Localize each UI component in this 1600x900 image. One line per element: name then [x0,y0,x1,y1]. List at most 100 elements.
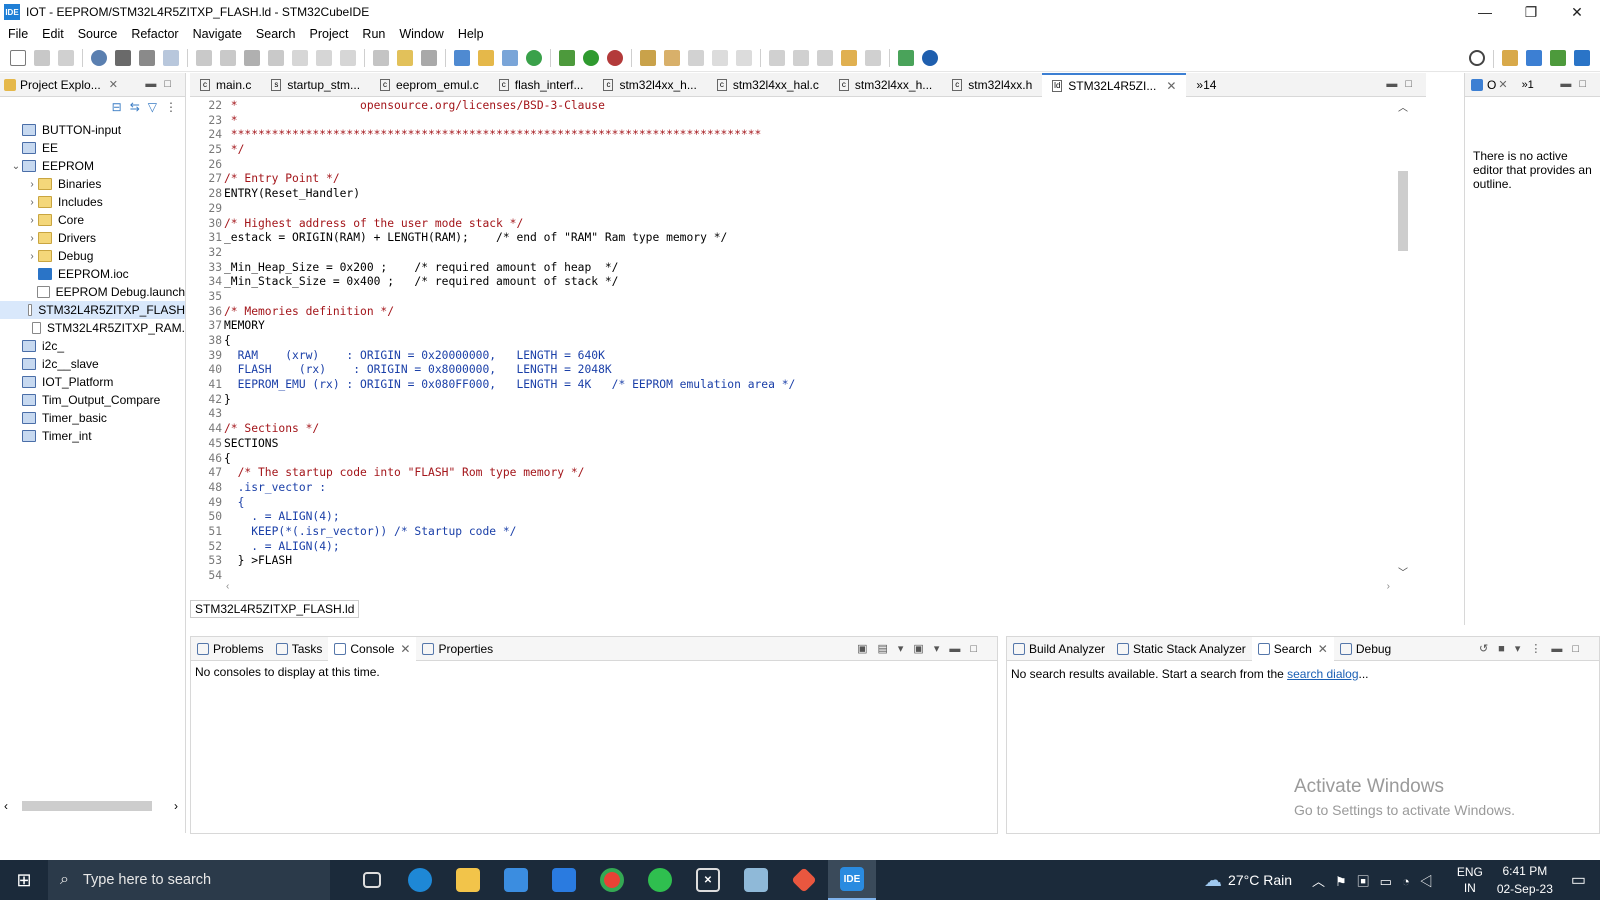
minimize-button[interactable]: — [1462,0,1508,24]
toggle-mark-icon[interactable] [688,49,704,66]
close-icon[interactable]: ✕ [1318,642,1328,656]
scroll-left-icon[interactable]: ‹ [226,581,229,593]
tree-item[interactable]: Tim_Output_Compare [0,391,185,409]
refresh-icon[interactable] [526,49,542,66]
minimize-maximize-icons[interactable]: ▬□ [145,78,179,90]
search-toolbar-icons[interactable]: ↺■▾⋮▬□ [1479,642,1589,655]
tree-item[interactable]: EE [0,139,185,157]
new-icon[interactable] [10,49,26,66]
menu-edit[interactable]: Edit [42,27,64,41]
open-type-icon[interactable] [640,49,656,66]
file-explorer-icon[interactable] [444,860,492,900]
last-edit-icon[interactable] [817,49,833,66]
code-editor[interactable]: 22 * opensource.org/licenses/BSD-3-Claus… [190,99,1408,589]
expand-arrow-icon[interactable]: › [26,197,38,208]
whatsapp-icon[interactable] [636,860,684,900]
tree-item[interactable]: STM32L4R5ZITXP_RAM. [0,319,185,337]
save-icon[interactable] [34,49,50,66]
disconnect-icon[interactable] [268,49,284,66]
mx-perspective-icon[interactable] [1574,50,1590,66]
chrome-icon[interactable] [588,860,636,900]
git-icon[interactable] [780,860,828,900]
taskbar-search[interactable]: ⌕ Type here to search [48,860,330,900]
expand-arrow-icon[interactable]: › [26,251,38,262]
menu-help[interactable]: Help [458,27,484,41]
tree-item[interactable]: › Includes [0,193,185,211]
tab-build-analyzer[interactable]: Build Analyzer [1007,642,1111,656]
explorer-hscrollbar[interactable]: ‹ › [4,799,180,813]
scroll-left-icon[interactable]: ‹ [4,799,8,813]
external-tools-icon[interactable] [607,49,623,66]
expand-arrow-icon[interactable]: › [26,179,38,190]
instruction-step-icon[interactable] [373,49,389,66]
outline-overflow[interactable]: »1 [1522,79,1534,91]
stm32cubeide-icon[interactable]: IDE [828,860,876,900]
step-return-icon[interactable] [340,49,356,66]
outline-tab[interactable]: O ✕ »1 ▬□ [1465,73,1600,97]
editor-tab[interactable]: c stm32l4xx.h [942,73,1042,97]
back-icon[interactable] [841,49,857,66]
terminate-icon[interactable] [244,49,260,66]
editor-tab[interactable]: s startup_stm... [261,73,370,97]
save-all-icon[interactable] [58,49,74,66]
console-toolbar-icons[interactable]: ▣▤▾▣▾▬□ [857,642,987,655]
close-button[interactable]: ✕ [1554,0,1600,24]
step-into-icon[interactable] [292,49,308,66]
new-folder-icon[interactable] [478,49,494,66]
scroll-down-icon[interactable]: ﹀ [1398,564,1408,579]
tree-item[interactable]: › Core [0,211,185,229]
scroll-thumb[interactable] [1398,171,1408,251]
outline-min-max-icons[interactable]: ▬□ [1560,78,1594,90]
editor-tab[interactable]: c main.c [190,73,261,97]
tab-search[interactable]: Search ✕ [1251,636,1334,661]
language-indicator[interactable]: ENG IN [1457,864,1483,896]
close-icon[interactable]: ✕ [109,78,118,91]
tree-item[interactable]: BUTTON-input [0,121,185,139]
close-icon[interactable]: ✕ [400,642,410,656]
editor-tab[interactable]: c stm32l4xx_hal.c [707,73,829,97]
settings-icon[interactable] [91,49,107,66]
tree-item[interactable]: Timer_int [0,427,185,445]
menu-project[interactable]: Project [310,27,349,41]
tool-icon[interactable] [421,49,437,66]
store-icon[interactable] [492,860,540,900]
expand-arrow-icon[interactable]: ⌄ [10,161,22,172]
edge-icon[interactable] [396,860,444,900]
editor-tab[interactable]: c eeprom_emul.c [370,73,489,97]
close-icon[interactable]: ✕ [1498,78,1507,91]
view-menu-icon[interactable]: ⋮ [165,100,177,114]
editor-tab[interactable]: c stm32l4xx_h... [593,73,706,97]
restore-button[interactable]: ❐ [1508,0,1554,24]
tree-item[interactable]: EEPROM Debug.launch [0,283,185,301]
cc-perspective-icon[interactable] [1526,50,1542,66]
menu-window[interactable]: Window [399,27,443,41]
search-icon[interactable] [1469,50,1485,66]
tab-console[interactable]: Console ✕ [328,636,417,661]
editor-min-max-icons[interactable]: ▬□ [1386,78,1420,90]
new-class-icon[interactable] [454,49,470,66]
tray-icons[interactable]: ︿⚑▣▭◔◁ [1312,871,1443,890]
close-icon[interactable]: ✕ [1166,79,1176,93]
menu-file[interactable]: File [8,27,28,41]
scroll-up-icon[interactable]: ︿ [1398,99,1408,114]
step-over-icon[interactable] [316,49,332,66]
xbox-icon[interactable]: ✕ [684,860,732,900]
tree-item[interactable]: i2c__slave [0,355,185,373]
editor-tab[interactable]: c stm32l4xx_h... [829,73,942,97]
expand-arrow-icon[interactable]: › [26,215,38,226]
scroll-right-icon[interactable]: › [174,799,178,813]
search-dialog-link[interactable]: search dialog [1287,667,1358,681]
tab-tasks[interactable]: Tasks [270,642,329,656]
clock[interactable]: 6:41 PM 02-Sep-23 [1497,862,1553,898]
tab-static-stack-analyzer[interactable]: Static Stack Analyzer [1111,642,1252,656]
prev-annotation-icon[interactable] [793,49,809,66]
tree-item[interactable]: › Drivers [0,229,185,247]
tree-item[interactable]: i2c_ [0,337,185,355]
open-resource-icon[interactable] [664,49,680,66]
weather-icon[interactable]: ☁ [1204,870,1222,891]
resume-icon[interactable] [196,49,212,66]
tab-debug[interactable]: Debug [1334,642,1397,656]
info-icon[interactable] [922,49,938,66]
filter-icon[interactable]: ▽ [148,100,157,114]
scroll-right-icon[interactable]: › [1387,581,1390,593]
